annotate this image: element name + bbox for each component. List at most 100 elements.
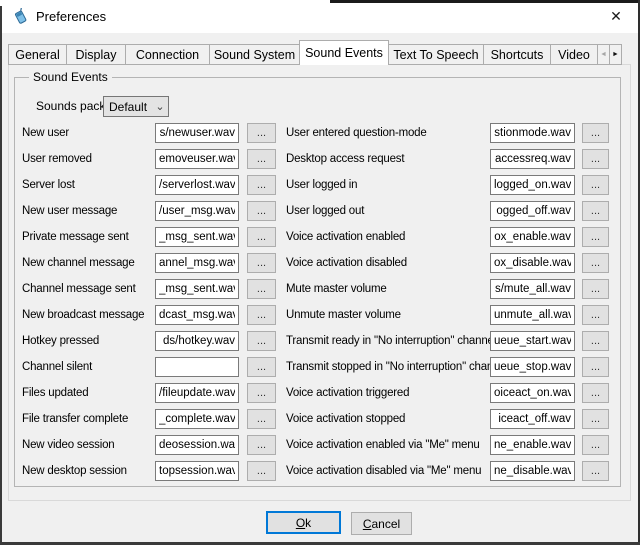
event-label: Voice activation triggered bbox=[286, 387, 490, 399]
browse-button[interactable]: ... bbox=[582, 253, 609, 273]
browse-button[interactable]: ... bbox=[582, 227, 609, 247]
groupbox-title: Sound Events bbox=[29, 70, 112, 84]
table-row: User entered question-mode ... bbox=[286, 120, 612, 146]
browse-button[interactable]: ... bbox=[582, 123, 609, 143]
sound-events-right-column: User entered question-mode ... Desktop a… bbox=[286, 120, 612, 484]
table-row: Channel message sent ... bbox=[22, 276, 280, 302]
sound-file-input[interactable] bbox=[155, 435, 239, 455]
browse-button[interactable]: ... bbox=[247, 383, 276, 403]
sound-file-input[interactable] bbox=[490, 435, 575, 455]
table-row: Files updated ... bbox=[22, 380, 280, 406]
browse-button[interactable]: ... bbox=[582, 305, 609, 325]
close-icon[interactable]: ✕ bbox=[596, 2, 636, 31]
table-row: Voice activation triggered ... bbox=[286, 380, 612, 406]
browse-button[interactable]: ... bbox=[247, 201, 276, 221]
sound-file-input[interactable] bbox=[490, 357, 575, 377]
sound-file-input[interactable] bbox=[490, 461, 575, 481]
tab-scroll-right-icon[interactable]: ► bbox=[609, 44, 622, 65]
sound-file-input[interactable] bbox=[490, 149, 575, 169]
browse-button[interactable]: ... bbox=[247, 435, 276, 455]
browse-button[interactable]: ... bbox=[582, 279, 609, 299]
table-row: User removed ... bbox=[22, 146, 280, 172]
sound-file-input[interactable] bbox=[155, 357, 239, 377]
browse-button[interactable]: ... bbox=[247, 253, 276, 273]
tab-connection[interactable]: Connection bbox=[125, 44, 210, 65]
browse-button[interactable]: ... bbox=[247, 123, 276, 143]
sound-file-input[interactable] bbox=[155, 253, 239, 273]
sounds-pack-label: Sounds pack bbox=[36, 99, 105, 113]
browse-button[interactable]: ... bbox=[247, 305, 276, 325]
event-label: User removed bbox=[22, 153, 155, 165]
sound-file-input[interactable] bbox=[155, 305, 239, 325]
table-row: Voice activation disabled ... bbox=[286, 250, 612, 276]
browse-button[interactable]: ... bbox=[582, 461, 609, 481]
table-row: New user ... bbox=[22, 120, 280, 146]
browse-button[interactable]: ... bbox=[582, 201, 609, 221]
browse-button[interactable]: ... bbox=[247, 331, 276, 351]
sound-file-input[interactable] bbox=[155, 279, 239, 299]
event-label: New desktop session bbox=[22, 465, 155, 477]
browse-button[interactable]: ... bbox=[582, 435, 609, 455]
cancel-button[interactable]: Cancel bbox=[351, 512, 412, 535]
sound-file-input[interactable] bbox=[155, 149, 239, 169]
sound-file-input[interactable] bbox=[155, 383, 239, 403]
browse-button[interactable]: ... bbox=[247, 357, 276, 377]
event-label: User logged out bbox=[286, 205, 490, 217]
browse-button[interactable]: ... bbox=[582, 357, 609, 377]
event-label: Transmit ready in "No interruption" chan… bbox=[286, 335, 490, 347]
sound-file-input[interactable] bbox=[155, 123, 239, 143]
browse-button[interactable]: ... bbox=[247, 227, 276, 247]
sound-file-input[interactable] bbox=[490, 331, 575, 351]
event-label: Voice activation enabled via "Me" menu bbox=[286, 439, 490, 451]
tab-general[interactable]: General bbox=[8, 44, 67, 65]
browse-button[interactable]: ... bbox=[247, 461, 276, 481]
sound-file-input[interactable] bbox=[490, 409, 575, 429]
table-row: Voice activation stopped ... bbox=[286, 406, 612, 432]
browse-button[interactable]: ... bbox=[582, 331, 609, 351]
table-row: New channel message ... bbox=[22, 250, 280, 276]
browse-button[interactable]: ... bbox=[247, 409, 276, 429]
browse-button[interactable]: ... bbox=[247, 149, 276, 169]
tab-shortcuts[interactable]: Shortcuts bbox=[483, 44, 551, 65]
table-row: New broadcast message ... bbox=[22, 302, 280, 328]
tab-video[interactable]: Video bbox=[550, 44, 598, 65]
event-label: Files updated bbox=[22, 387, 155, 399]
tab-text-to-speech[interactable]: Text To Speech bbox=[388, 44, 484, 65]
ok-button[interactable]: Ok bbox=[266, 511, 341, 534]
sound-file-input[interactable] bbox=[490, 253, 575, 273]
event-label: New user message bbox=[22, 205, 155, 217]
browse-button[interactable]: ... bbox=[582, 175, 609, 195]
sound-file-input[interactable] bbox=[155, 175, 239, 195]
sound-file-input[interactable] bbox=[490, 305, 575, 325]
tab-sound-events[interactable]: Sound Events bbox=[299, 40, 389, 65]
sound-file-input[interactable] bbox=[490, 279, 575, 299]
sounds-pack-select[interactable]: Default ⌄ bbox=[103, 96, 169, 117]
tab-sound-system[interactable]: Sound System bbox=[209, 44, 300, 65]
browse-button[interactable]: ... bbox=[247, 279, 276, 299]
browse-button[interactable]: ... bbox=[582, 149, 609, 169]
event-label: New user bbox=[22, 127, 155, 139]
browse-button[interactable]: ... bbox=[582, 383, 609, 403]
table-row: New user message ... bbox=[22, 198, 280, 224]
title-bar: Preferences ✕ bbox=[0, 0, 640, 33]
browse-button[interactable]: ... bbox=[582, 409, 609, 429]
chevron-down-icon: ⌄ bbox=[152, 102, 168, 112]
sound-file-input[interactable] bbox=[155, 409, 239, 429]
sound-file-input[interactable] bbox=[155, 461, 239, 481]
event-label: File transfer complete bbox=[22, 413, 155, 425]
event-label: New video session bbox=[22, 439, 155, 451]
table-row: Channel silent ... bbox=[22, 354, 280, 380]
sound-file-input[interactable] bbox=[155, 201, 239, 221]
sound-file-input[interactable] bbox=[155, 227, 239, 247]
event-label: Voice activation enabled bbox=[286, 231, 490, 243]
sound-file-input[interactable] bbox=[155, 331, 239, 351]
sound-file-input[interactable] bbox=[490, 175, 575, 195]
sound-file-input[interactable] bbox=[490, 123, 575, 143]
sound-file-input[interactable] bbox=[490, 227, 575, 247]
table-row: Voice activation enabled ... bbox=[286, 224, 612, 250]
sound-file-input[interactable] bbox=[490, 383, 575, 403]
sound-file-input[interactable] bbox=[490, 201, 575, 221]
browse-button[interactable]: ... bbox=[247, 175, 276, 195]
tab-display[interactable]: Display bbox=[66, 44, 126, 65]
window-title: Preferences bbox=[36, 0, 106, 33]
